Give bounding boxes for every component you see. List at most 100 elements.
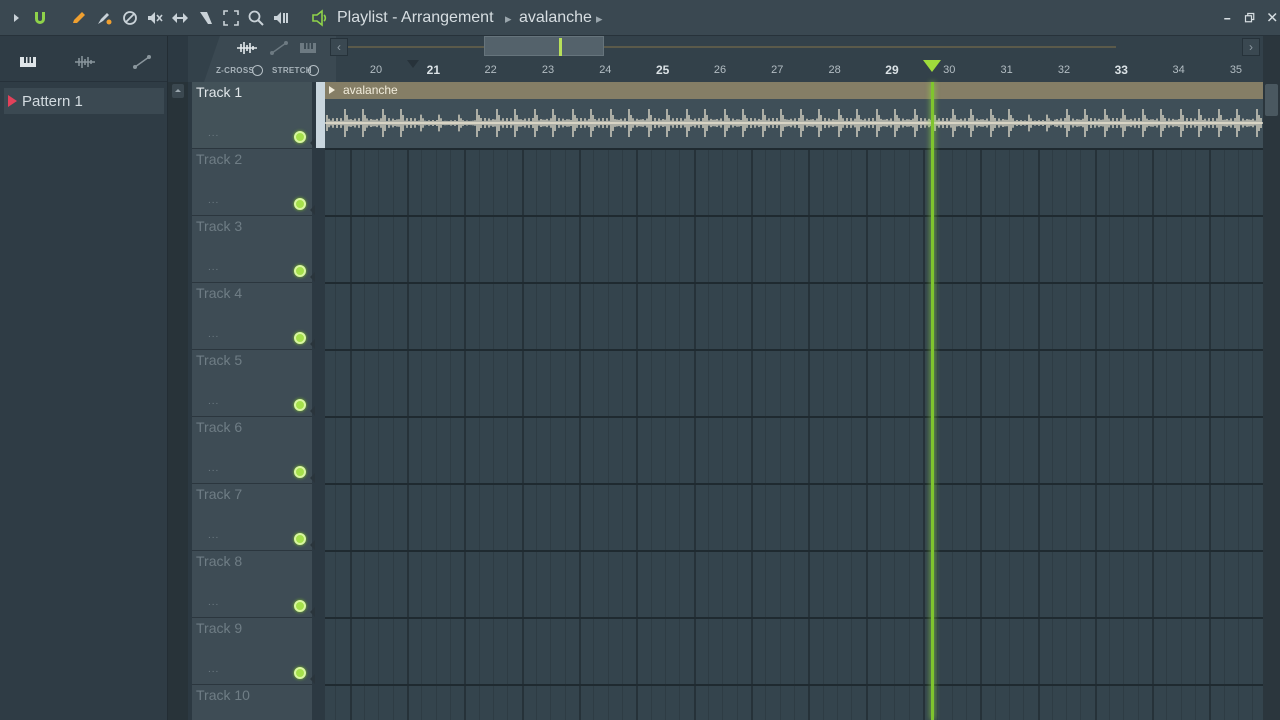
track-header[interactable]: Track 5... <box>192 350 315 417</box>
magnet-snap-icon[interactable] <box>30 8 50 28</box>
track-options[interactable]: ... <box>208 664 219 675</box>
track-header[interactable]: Track 1... <box>192 82 315 149</box>
play-arrow-icon[interactable] <box>6 8 26 28</box>
track-enable-toggle[interactable] <box>294 198 306 210</box>
zoom-icon[interactable] <box>246 8 266 28</box>
vertical-scroll-thumb[interactable] <box>1265 84 1278 116</box>
scroll-right-button[interactable]: › <box>1242 38 1260 56</box>
track-options[interactable]: ... <box>208 463 219 474</box>
track-resize-handle[interactable] <box>310 540 315 550</box>
track-name[interactable]: Track 10 <box>196 687 250 703</box>
track-header[interactable]: Track 2... <box>192 149 315 216</box>
track-options[interactable]: ... <box>208 195 219 206</box>
maximize-button[interactable] <box>1242 10 1258 26</box>
overview-scrollbar[interactable] <box>348 46 1116 48</box>
track-header[interactable]: Track 8... <box>192 551 315 618</box>
track-enable-toggle[interactable] <box>294 600 306 612</box>
slip-icon[interactable] <box>170 8 190 28</box>
browser-scrollbar[interactable] <box>168 82 188 720</box>
grid-line <box>349 82 352 720</box>
loop-marker-icon[interactable] <box>407 60 419 68</box>
pattern-list-item[interactable]: Pattern 1 <box>4 88 164 114</box>
grid-line <box>335 82 337 720</box>
breadcrumb-arrow-icon[interactable]: ▸ <box>596 11 603 27</box>
grid-line <box>664 82 666 720</box>
playhead-flag-icon[interactable] <box>923 60 942 72</box>
track-enable-toggle[interactable] <box>294 131 306 143</box>
track-name[interactable]: Track 8 <box>196 553 242 569</box>
track-header[interactable]: Track 7... <box>192 484 315 551</box>
playback-icon[interactable] <box>271 8 291 28</box>
playhead-line[interactable] <box>931 82 934 720</box>
stretch-toggle[interactable] <box>308 65 319 76</box>
bar-number: 25 <box>655 63 670 77</box>
clip-header[interactable]: avalanche <box>325 82 1263 99</box>
track-enable-toggle[interactable] <box>294 332 306 344</box>
automation-curve-icon[interactable] <box>130 52 154 72</box>
clip-menu-icon[interactable] <box>329 86 335 94</box>
current-pattern-title[interactable]: avalanche <box>519 9 592 27</box>
grid-line <box>865 82 868 720</box>
track-enable-toggle[interactable] <box>294 265 306 277</box>
track-enable-toggle[interactable] <box>294 533 306 545</box>
scroll-left-button[interactable]: ‹ <box>330 38 348 56</box>
track-options[interactable]: ... <box>208 396 219 407</box>
window-title: Playlist - Arrangement <box>337 9 494 26</box>
track-header[interactable]: Track 9... <box>192 618 315 685</box>
track-resize-handle[interactable] <box>310 473 315 483</box>
track-resize-handle[interactable] <box>310 272 315 282</box>
bar-number: 28 <box>828 64 841 76</box>
track-resize-handle[interactable] <box>310 674 315 684</box>
track-enable-toggle[interactable] <box>294 466 306 478</box>
playlist-grid[interactable]: avalanche <box>325 82 1263 720</box>
track-enable-toggle[interactable] <box>294 399 306 411</box>
track-name[interactable]: Track 6 <box>196 419 242 435</box>
minimize-button[interactable] <box>1220 10 1236 26</box>
track-header[interactable]: Track 3... <box>192 216 315 283</box>
track-header[interactable]: Track 10... <box>192 685 312 720</box>
overview-scroll-thumb[interactable] <box>484 36 604 56</box>
timeline-ruler[interactable]: 20 21 22 23 24 25 26 27 28 29 30 31 32 33 34 35 <box>325 60 1263 82</box>
track-resize-handle[interactable] <box>310 339 315 349</box>
select-icon[interactable] <box>221 8 241 28</box>
delete-icon[interactable] <box>120 8 140 28</box>
track-options[interactable]: ... <box>208 262 219 273</box>
track-resize-handle[interactable] <box>310 607 315 617</box>
audio-waveform-icon[interactable] <box>73 52 97 72</box>
track-name[interactable]: Track 9 <box>196 620 242 636</box>
zcross-toggle[interactable] <box>252 65 263 76</box>
clip-selection-handle[interactable] <box>316 82 325 148</box>
track-name[interactable]: Track 1 <box>196 84 242 100</box>
track-name[interactable]: Track 3 <box>196 218 242 234</box>
pattern-clip-icon[interactable] <box>295 38 321 58</box>
vertical-scrollbar[interactable] <box>1263 36 1280 720</box>
track-resize-handle[interactable] <box>310 205 315 215</box>
bar-number: 35 <box>1229 64 1243 76</box>
audio-clip-icon[interactable] <box>234 38 260 58</box>
speaker-icon[interactable] <box>310 8 330 28</box>
scroll-up-icon[interactable] <box>172 84 184 98</box>
track-options[interactable]: ... <box>208 128 219 139</box>
track-options[interactable]: ... <box>208 530 219 541</box>
track-resize-handle[interactable] <box>310 138 315 148</box>
track-name[interactable]: Track 5 <box>196 352 242 368</box>
track-name[interactable]: Track 7 <box>196 486 242 502</box>
automation-clip-icon[interactable] <box>266 38 292 58</box>
close-button[interactable] <box>1265 10 1280 26</box>
grid-line <box>765 82 767 720</box>
track-name[interactable]: Track 4 <box>196 285 242 301</box>
track-enable-toggle[interactable] <box>294 667 306 679</box>
piano-icon[interactable] <box>16 52 40 72</box>
track-header[interactable]: Track 6... <box>192 417 315 484</box>
mute-icon[interactable] <box>145 8 165 28</box>
track-options[interactable]: ... <box>208 597 219 608</box>
track-name[interactable]: Track 2 <box>196 151 242 167</box>
audio-clip[interactable]: avalanche <box>325 82 1263 148</box>
track-header[interactable]: Track 4... <box>192 283 315 350</box>
grid-line <box>421 82 423 720</box>
slice-icon[interactable] <box>196 8 216 28</box>
track-options[interactable]: ... <box>208 329 219 340</box>
paint-brush-icon[interactable] <box>94 8 114 28</box>
draw-pencil-icon[interactable] <box>69 8 89 28</box>
track-resize-handle[interactable] <box>310 406 315 416</box>
